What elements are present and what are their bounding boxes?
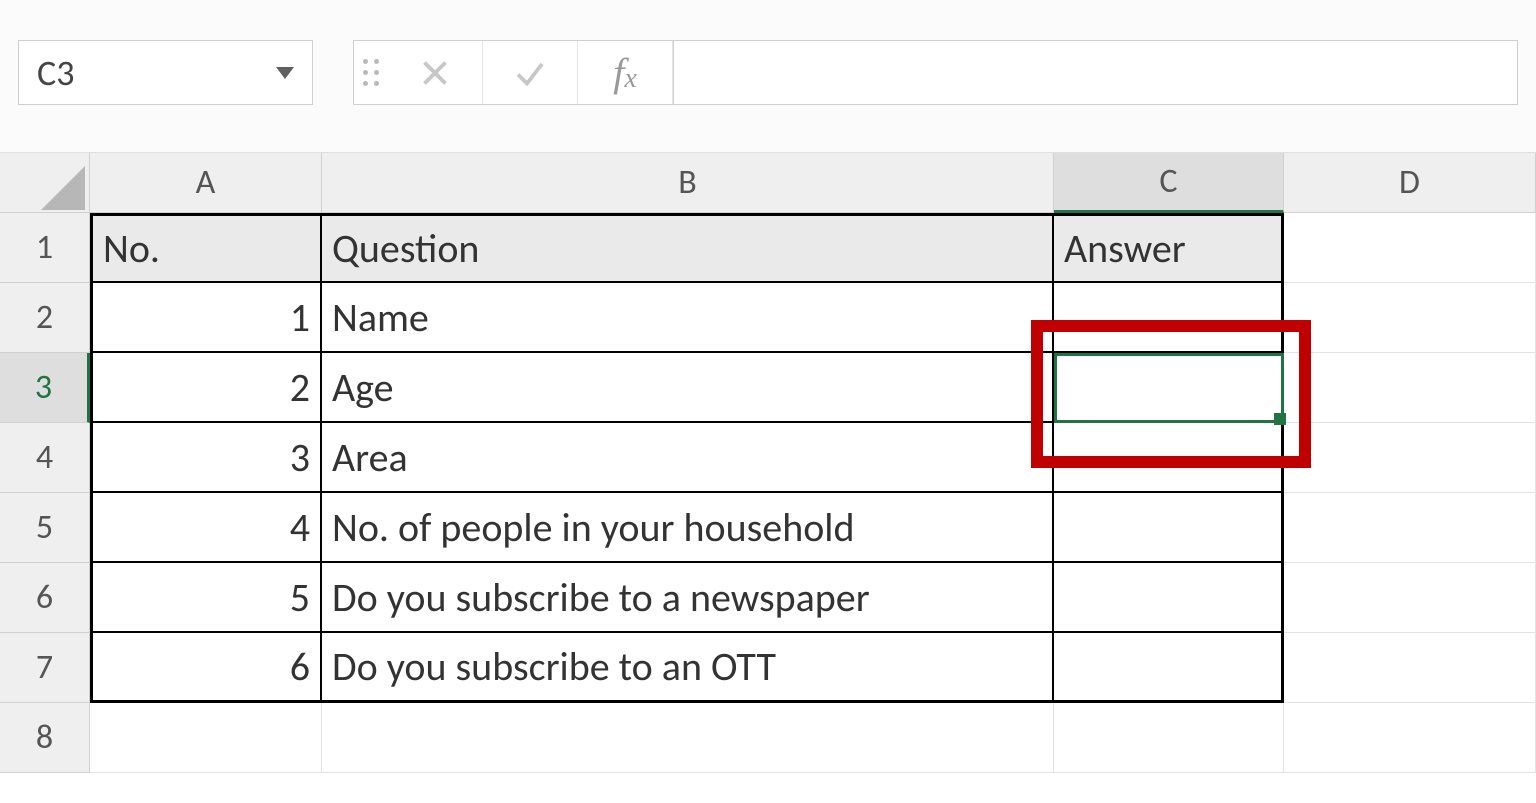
- row-header-2[interactable]: 2: [0, 283, 90, 353]
- row-1: 1 No. Question Answer: [0, 213, 1536, 283]
- cell-A2[interactable]: 1: [90, 283, 322, 353]
- close-icon: [417, 55, 453, 91]
- spreadsheet-grid: A B C D 1 No. Question Answer 2 1 Name 3…: [0, 153, 1536, 773]
- accept-formula-button[interactable]: [483, 41, 578, 104]
- row-header-5[interactable]: 5: [0, 493, 90, 563]
- row-header-8[interactable]: 8: [0, 703, 90, 773]
- cell-C6[interactable]: [1054, 563, 1284, 633]
- cell-C3[interactable]: [1054, 353, 1284, 423]
- row-2: 2 1 Name: [0, 283, 1536, 353]
- select-all-icon: [41, 166, 85, 210]
- row-header-6[interactable]: 6: [0, 563, 90, 633]
- formula-bar: C3 fx: [0, 0, 1536, 135]
- column-header-C[interactable]: C: [1054, 153, 1284, 213]
- cancel-formula-button[interactable]: [388, 41, 483, 104]
- row-8: 8: [0, 703, 1536, 773]
- check-icon: [512, 55, 548, 91]
- cell-A4[interactable]: 3: [90, 423, 322, 493]
- cell-B6[interactable]: Do you subscribe to a newspaper: [322, 563, 1054, 633]
- cell-B1[interactable]: Question: [322, 213, 1054, 283]
- cell-B3[interactable]: Age: [322, 353, 1054, 423]
- row-5: 5 4 No. of people in your household: [0, 493, 1536, 563]
- cell-D7[interactable]: [1284, 633, 1536, 703]
- cell-D3[interactable]: [1284, 353, 1536, 423]
- cell-D2[interactable]: [1284, 283, 1536, 353]
- cell-D8[interactable]: [1284, 703, 1536, 773]
- row-3: 3 2 Age: [0, 353, 1536, 423]
- cell-A7[interactable]: 6: [90, 633, 322, 703]
- select-all-corner[interactable]: [0, 153, 90, 213]
- cell-B4[interactable]: Area: [322, 423, 1054, 493]
- column-header-B[interactable]: B: [322, 153, 1054, 213]
- chevron-down-icon[interactable]: [276, 67, 294, 79]
- row-4: 4 3 Area: [0, 423, 1536, 493]
- cell-D6[interactable]: [1284, 563, 1536, 633]
- cell-C8[interactable]: [1054, 703, 1284, 773]
- cell-A5[interactable]: 4: [90, 493, 322, 563]
- cell-B7[interactable]: Do you subscribe to an OTT: [322, 633, 1054, 703]
- column-header-row: A B C D: [0, 153, 1536, 213]
- formula-bar-buttons: fx: [353, 40, 674, 105]
- row-header-1[interactable]: 1: [0, 213, 90, 283]
- cell-C1[interactable]: Answer: [1054, 213, 1284, 283]
- name-box-value: C3: [37, 51, 276, 95]
- row-header-7[interactable]: 7: [0, 633, 90, 703]
- cell-D5[interactable]: [1284, 493, 1536, 563]
- row-6: 6 5 Do you subscribe to a newspaper: [0, 563, 1536, 633]
- cell-A8[interactable]: [90, 703, 322, 773]
- cell-C2[interactable]: [1054, 283, 1284, 353]
- column-header-A[interactable]: A: [90, 153, 322, 213]
- drag-handle-icon[interactable]: [354, 59, 388, 86]
- cell-D4[interactable]: [1284, 423, 1536, 493]
- cell-B2[interactable]: Name: [322, 283, 1054, 353]
- cell-A1[interactable]: No.: [90, 213, 322, 283]
- cell-A3[interactable]: 2: [90, 353, 322, 423]
- column-header-D[interactable]: D: [1284, 153, 1536, 213]
- formula-input[interactable]: [674, 40, 1518, 105]
- cell-B8[interactable]: [322, 703, 1054, 773]
- cell-B5[interactable]: No. of people in your household: [322, 493, 1054, 563]
- cell-A6[interactable]: 5: [90, 563, 322, 633]
- cell-C5[interactable]: [1054, 493, 1284, 563]
- cell-C4[interactable]: [1054, 423, 1284, 493]
- row-header-4[interactable]: 4: [0, 423, 90, 493]
- fx-icon[interactable]: fx: [578, 41, 673, 104]
- cell-C7[interactable]: [1054, 633, 1284, 703]
- name-box[interactable]: C3: [18, 40, 313, 105]
- row-7: 7 6 Do you subscribe to an OTT: [0, 633, 1536, 703]
- cell-D1[interactable]: [1284, 213, 1536, 283]
- row-header-3[interactable]: 3: [0, 353, 90, 423]
